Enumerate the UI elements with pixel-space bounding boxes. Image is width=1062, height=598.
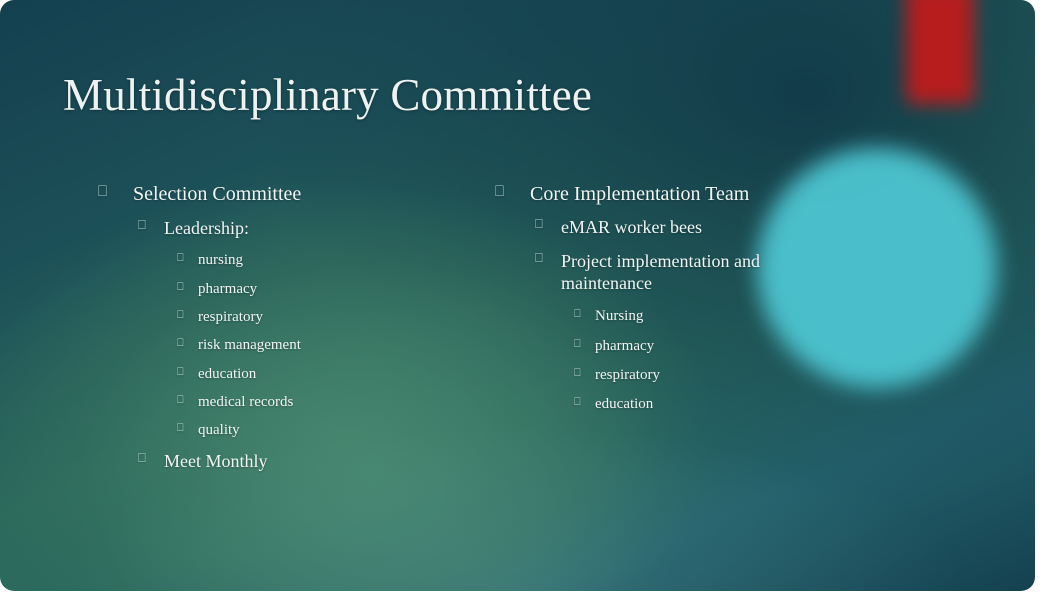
bullet-marker-icon: ⎕ bbox=[574, 307, 581, 321]
list-item-label: nursing bbox=[198, 252, 243, 269]
list-item: ⎕ risk management bbox=[177, 336, 458, 354]
left-heading-bullet: ⎕ Selection Committee bbox=[98, 182, 458, 206]
bullet-marker-icon: ⎕ bbox=[495, 182, 505, 200]
list-item: ⎕ Nursing bbox=[574, 307, 825, 325]
list-item: ⎕ medical records bbox=[177, 393, 458, 411]
right-content-column: ⎕ Core Implementation Team ⎕ eMAR worker… bbox=[495, 182, 825, 424]
bullet-marker-icon: ⎕ bbox=[574, 336, 581, 350]
list-item: ⎕ education bbox=[574, 395, 825, 413]
left-cadence-bullet: ⎕ Meet Monthly bbox=[138, 451, 458, 473]
left-subheading-label: Leadership: bbox=[164, 218, 249, 239]
list-item-label: respiratory bbox=[595, 366, 660, 383]
left-heading-label: Selection Committee bbox=[133, 183, 302, 205]
list-item-label: respiratory bbox=[198, 308, 263, 325]
bullet-marker-icon: ⎕ bbox=[177, 364, 184, 378]
list-item-label: medical records bbox=[198, 393, 294, 410]
slide-root: Multidisciplinary Committee ⎕ Selection … bbox=[0, 0, 1062, 598]
list-item-label: quality bbox=[198, 422, 240, 439]
bullet-marker-icon: ⎕ bbox=[574, 365, 581, 379]
left-content-column: ⎕ Selection Committee ⎕ Leadership: ⎕ nu… bbox=[98, 182, 458, 484]
list-item-label: education bbox=[198, 365, 257, 382]
list-item-label: pharmacy bbox=[595, 337, 655, 354]
list-item: ⎕ pharmacy bbox=[177, 280, 458, 298]
right-item: ⎕ Project implementation and maintenance bbox=[535, 251, 825, 295]
list-item-label: Nursing bbox=[595, 308, 644, 325]
right-item-label: Project implementation and maintenance bbox=[561, 251, 760, 294]
slide-title: Multidisciplinary Committee bbox=[63, 70, 593, 121]
bullet-marker-icon: ⎕ bbox=[98, 182, 108, 200]
list-item: ⎕ education bbox=[177, 365, 458, 383]
bullet-marker-icon: ⎕ bbox=[177, 279, 184, 293]
left-cadence-label: Meet Monthly bbox=[164, 451, 268, 472]
bullet-marker-icon: ⎕ bbox=[177, 251, 184, 265]
bullet-marker-icon: ⎕ bbox=[138, 451, 146, 467]
bullet-marker-icon: ⎕ bbox=[177, 336, 184, 350]
list-item: ⎕ respiratory bbox=[177, 308, 458, 326]
list-item-label: pharmacy bbox=[198, 280, 258, 297]
list-item-label: education bbox=[595, 396, 654, 413]
bullet-marker-icon: ⎕ bbox=[138, 218, 146, 234]
left-subheading-bullet: ⎕ Leadership: bbox=[138, 218, 458, 240]
bullet-marker-icon: ⎕ bbox=[177, 392, 184, 406]
bullet-marker-icon: ⎕ bbox=[535, 217, 543, 233]
bullet-marker-icon: ⎕ bbox=[535, 251, 543, 267]
right-heading-label: Core Implementation Team bbox=[530, 183, 750, 205]
right-item-label: eMAR worker bees bbox=[561, 217, 702, 238]
bullet-marker-icon: ⎕ bbox=[574, 395, 581, 409]
list-item-label: risk management bbox=[198, 337, 301, 354]
right-item: ⎕ eMAR worker bees bbox=[535, 217, 825, 239]
list-item: ⎕ quality bbox=[177, 421, 458, 439]
bullet-marker-icon: ⎕ bbox=[177, 307, 184, 321]
decorative-red-rectangle bbox=[906, 0, 974, 104]
right-heading-bullet: ⎕ Core Implementation Team bbox=[495, 182, 825, 206]
list-item: ⎕ nursing bbox=[177, 251, 458, 269]
bullet-marker-icon: ⎕ bbox=[177, 421, 184, 435]
slide-canvas: Multidisciplinary Committee ⎕ Selection … bbox=[0, 0, 1035, 591]
list-item: ⎕ respiratory bbox=[574, 366, 825, 384]
list-item: ⎕ pharmacy bbox=[574, 337, 825, 355]
